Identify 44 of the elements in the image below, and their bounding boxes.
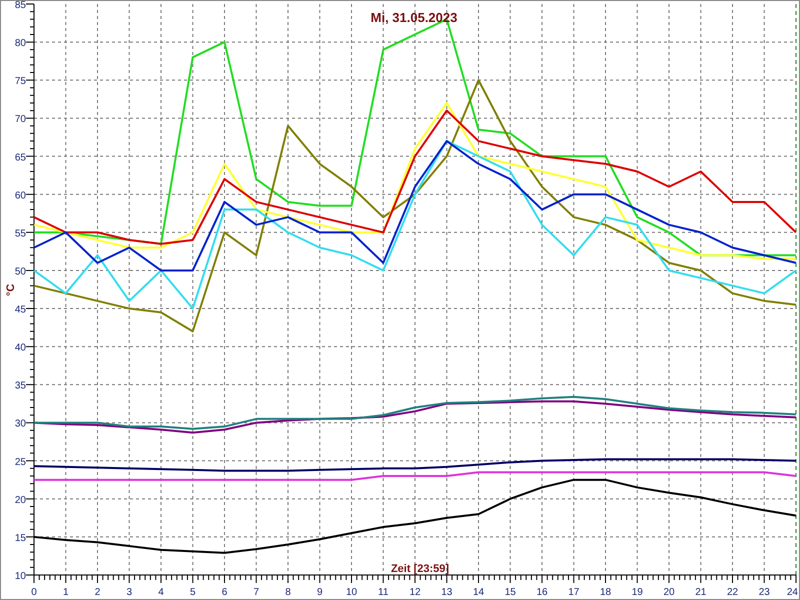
- axis-tick-label: 16: [536, 587, 548, 598]
- axis-tick-label: 75: [14, 76, 26, 88]
- axis-tick-label: 65: [14, 152, 26, 164]
- axis-tick-label: 19: [632, 587, 643, 598]
- axis-tick-label: 24: [786, 587, 798, 598]
- axis-tick-label: 13: [441, 587, 452, 598]
- axis-tick-label: 80: [14, 38, 26, 50]
- y-axis-label: °C: [5, 284, 17, 296]
- axis-tick-label: 18: [600, 587, 612, 598]
- axis-tick-label: 15: [504, 587, 516, 598]
- chart-title: Mi, 31.05.2023: [370, 10, 458, 25]
- axis-tick-label: 14: [472, 587, 484, 598]
- axis-tick-label: 7: [253, 587, 260, 598]
- axis-tick-label: 10: [346, 587, 358, 598]
- axis-tick-label: 22: [726, 587, 738, 598]
- axis-tick-label: 35: [14, 380, 26, 392]
- axis-tick-label: 9: [316, 587, 323, 598]
- axis-tick-label: 45: [14, 304, 26, 316]
- axis-tick-label: 0: [31, 587, 37, 598]
- axis-tick-label: 23: [758, 587, 770, 598]
- axis-tick-label: 10: [14, 571, 26, 582]
- axis-tick-label: 30: [14, 418, 26, 430]
- axis-tick-label: 55: [14, 228, 26, 240]
- axis-tick-label: 11: [378, 587, 388, 598]
- axis-tick-label: 4: [158, 587, 164, 598]
- axis-tick-label: 70: [14, 114, 26, 126]
- axis-tick-label: 5: [190, 587, 196, 598]
- axis-tick-label: 1: [62, 587, 69, 598]
- axis-tick-label: 2: [94, 587, 100, 598]
- axis-tick-label: 12: [409, 587, 421, 598]
- x-axis-label: Zeit [23:59]: [390, 563, 450, 575]
- axis-tick-label: 85: [14, 0, 26, 11]
- axis-tick-label: 6: [222, 587, 228, 598]
- axis-tick-label: 40: [14, 342, 26, 354]
- axis-tick-label: 20: [14, 494, 26, 506]
- axis-tick-label: 8: [285, 587, 291, 598]
- axis-tick-label: 60: [14, 190, 26, 202]
- axis-tick-label: 50: [14, 266, 26, 278]
- axis-tick-label: 15: [14, 532, 26, 544]
- axis-tick-label: 17: [568, 587, 580, 598]
- axis-tick-label: 25: [14, 456, 26, 468]
- axis-tick-label: 3: [126, 587, 132, 598]
- axis-tick-label: 20: [663, 587, 675, 598]
- axis-tick-label: 21: [695, 587, 706, 598]
